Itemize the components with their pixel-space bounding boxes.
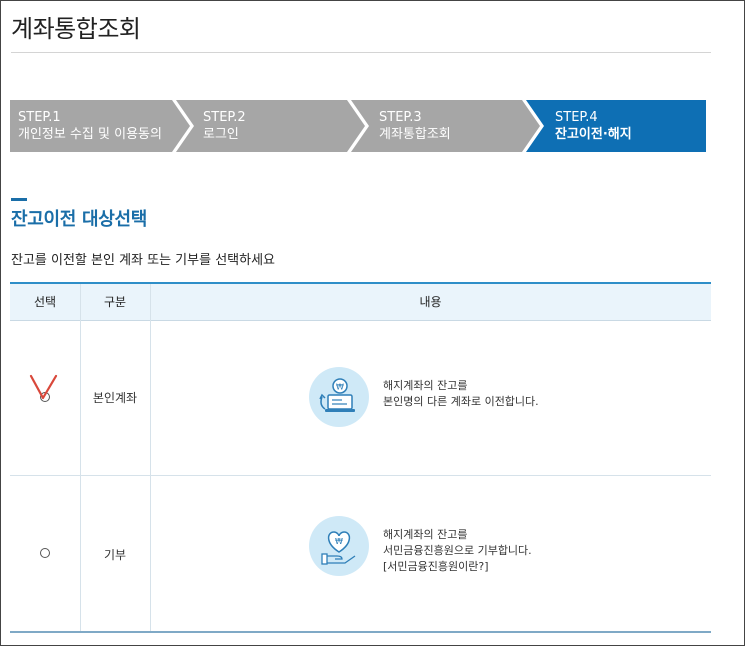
check-mark-icon <box>29 374 58 400</box>
step-2-label: 로그인 <box>203 127 239 142</box>
step-progress: STEP.1 개인정보 수집 및 이용동의 STEP.2 로그인 STEP.3 … <box>10 100 706 152</box>
section-title: 잔고이전 대상선택 <box>11 209 148 230</box>
step-2: STEP.2 로그인 <box>203 109 246 143</box>
step-3-number: STEP.3 <box>379 110 422 125</box>
section-description: 잔고를 이전할 본인 계좌 또는 기부를 선택하세요 <box>11 253 275 268</box>
step-3: STEP.3 계좌통합조회 <box>379 109 451 143</box>
content-line: 본인명의 다른 계좌로 이전합니다. <box>383 395 539 408</box>
row-type-donation: 기부 <box>103 548 127 562</box>
content-line: 해지계좌의 잔고를 <box>383 528 468 541</box>
step-4-label: 잔고이전·해지 <box>555 127 632 142</box>
column-divider <box>150 284 151 632</box>
step-2-number: STEP.2 <box>203 110 246 125</box>
step-3-label: 계좌통합조회 <box>379 127 451 142</box>
step-4-number: STEP.4 <box>555 110 598 125</box>
header-content: 내용 <box>419 295 442 309</box>
section-accent-bar <box>11 198 27 201</box>
table-header-divider <box>10 320 711 321</box>
svg-text:₩: ₩ <box>335 537 343 546</box>
column-divider <box>80 284 81 632</box>
hand-heart-won-icon: ₩ <box>309 516 369 576</box>
org-info-link[interactable]: [서민금융진흥원이란?] <box>383 559 532 575</box>
step-1-label: 개인정보 수집 및 이용동의 <box>18 127 162 142</box>
content-line: 서민금융진흥원으로 기부합니다. <box>383 544 532 557</box>
laptop-won-transfer-icon: ₩ <box>309 367 369 427</box>
step-1-number: STEP.1 <box>18 110 61 125</box>
transfer-target-table: 선택 구분 내용 본인계좌 ₩ 해지계좌의 잔고를 본인명의 다른 계좌로 이전… <box>10 282 711 634</box>
table-bottom-border <box>10 631 711 633</box>
content-line: 해지계좌의 잔고를 <box>383 379 468 392</box>
row-divider <box>10 475 711 476</box>
step-1: STEP.1 개인정보 수집 및 이용동의 <box>18 109 162 143</box>
radio-donation[interactable] <box>40 548 50 558</box>
svg-text:₩: ₩ <box>336 383 344 392</box>
row-type-own-account: 본인계좌 <box>92 391 138 405</box>
page-title: 계좌통합조회 <box>11 15 141 43</box>
row-content-donation: 해지계좌의 잔고를 서민금융진흥원으로 기부합니다. [서민금융진흥원이란?] <box>383 527 532 575</box>
row-content-own-account: 해지계좌의 잔고를 본인명의 다른 계좌로 이전합니다. <box>383 378 539 410</box>
title-divider <box>11 52 711 53</box>
header-type: 구분 <box>103 295 127 309</box>
header-select: 선택 <box>33 295 57 309</box>
step-4: STEP.4 잔고이전·해지 <box>555 109 632 143</box>
